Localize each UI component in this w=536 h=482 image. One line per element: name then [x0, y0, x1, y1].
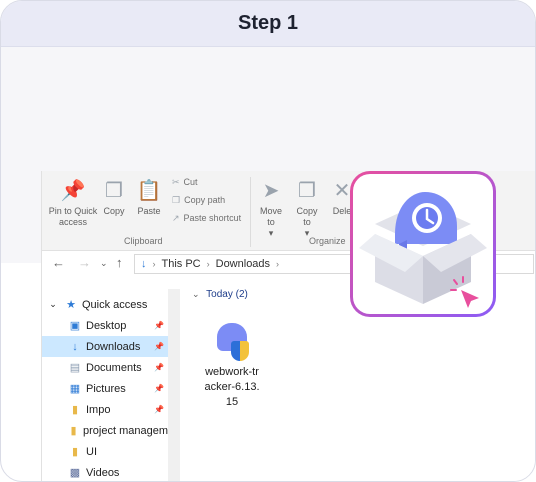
sidebar-item-label: Quick access	[82, 298, 148, 311]
sidebar-item-impo[interactable]: ▮ Impo 📌	[42, 399, 168, 420]
breadcrumb-downloads[interactable]: Downloads	[216, 258, 270, 270]
file-name-line: acker-6.13.	[204, 381, 260, 393]
folder-icon: ▮	[71, 404, 79, 416]
installer-file-icon	[215, 321, 249, 361]
collapse-chevron-icon: ⌄	[192, 289, 200, 299]
pictures-icon: ▦	[69, 383, 81, 395]
copy-icon: ❐	[105, 180, 123, 202]
sidebar-item-desktop[interactable]: ▣ Desktop 📌	[42, 315, 168, 336]
dropdown-arrow-icon: ▾	[268, 228, 274, 238]
ribbon-separator	[250, 177, 251, 247]
copy-to-icon: ❐	[298, 180, 316, 202]
app-logo-card	[350, 171, 496, 317]
up-arrow-icon[interactable]: ↑	[116, 255, 123, 270]
pin-icon: 📌	[154, 384, 164, 393]
download-arrow-icon: ↓	[72, 340, 78, 353]
paste-button[interactable]: 📋 Paste	[134, 179, 164, 217]
copy-to-label: Copy to	[296, 206, 318, 227]
pin-icon: 📌	[154, 363, 164, 372]
step-card: Step 1 📌 Pin to Quick access ❐ Copy 📋 Pa…	[0, 0, 536, 482]
sidebar-item-label: Pictures	[86, 382, 126, 395]
breadcrumb-chevron-icon: ›	[152, 259, 156, 269]
move-to-icon: ➤	[262, 180, 280, 202]
sidebar-item-label: project managem	[83, 424, 168, 437]
shortcut-icon: ↗	[172, 213, 180, 223]
pin-icon: 📌	[154, 342, 164, 351]
file-name-line: 15	[225, 396, 239, 408]
paste-shortcut-label: Paste shortcut	[183, 213, 242, 223]
copy-label: Copy	[103, 206, 125, 216]
back-arrow-icon[interactable]: ←	[52, 255, 65, 270]
sidebar-item-label: UI	[86, 445, 97, 458]
group-header-today[interactable]: ⌄ Today (2)	[192, 289, 248, 300]
move-to-label: Move to	[259, 206, 282, 227]
pin-icon: 📌	[154, 321, 164, 330]
sidebar-item-label: Documents	[86, 361, 142, 374]
breadcrumb-this-pc[interactable]: This PC	[162, 258, 201, 270]
uac-shield-icon	[231, 341, 249, 361]
file-name-line: webwork-tr	[205, 366, 259, 378]
scissors-icon: ✂	[172, 177, 180, 187]
navigation-pane: ⌄ ★ Quick access ▣ Desktop 📌 ↓ Downloads…	[42, 289, 180, 481]
videos-icon: ▩	[69, 467, 81, 479]
sidebar-item-downloads[interactable]: ↓ Downloads 📌	[42, 336, 168, 357]
paste-shortcut-button[interactable]: ↗ Paste shortcut	[172, 213, 241, 224]
recent-chevron-icon[interactable]: ⌄	[100, 258, 108, 269]
step-header: Step 1	[1, 1, 535, 47]
sidebar-item-ui[interactable]: ▮ UI	[42, 441, 168, 462]
copy-path-icon: ❐	[172, 195, 181, 205]
sidebar-item-documents[interactable]: ▤ Documents 📌	[42, 357, 168, 378]
copy-path-label: Copy path	[184, 195, 226, 205]
step-title: Step 1	[237, 12, 299, 34]
expand-chevron-icon: ⌄	[49, 299, 57, 309]
sidebar-item-label: Desktop	[86, 319, 127, 332]
pin-icon: 📌	[60, 180, 86, 202]
sidebar-item-label: Videos	[86, 466, 120, 479]
sidebar-item-project-management[interactable]: ▮ project managem	[42, 420, 168, 441]
copy-button[interactable]: ❐ Copy	[100, 179, 128, 217]
forward-arrow-icon[interactable]: →	[78, 255, 91, 270]
sidebar-item-quick-access[interactable]: ⌄ ★ Quick access	[42, 294, 168, 315]
sidebar-item-videos[interactable]: ▩ Videos	[42, 462, 168, 481]
organize-group-label: Organize	[309, 236, 346, 246]
pin-label: Pin to Quick access	[48, 206, 98, 227]
folder-icon: ▮	[70, 425, 77, 437]
cut-label: Cut	[183, 177, 198, 187]
pin-icon: 📌	[154, 405, 164, 414]
sidebar-scrollbar[interactable]	[168, 289, 180, 481]
sidebar-item-label: Downloads	[86, 340, 141, 353]
pin-to-quick-access-button[interactable]: 📌 Pin to Quick access	[46, 179, 100, 228]
cut-button[interactable]: ✂ Cut	[172, 177, 198, 188]
star-icon: ★	[66, 299, 76, 311]
clipboard-icon: 📋	[136, 180, 162, 202]
paste-label: Paste	[137, 206, 161, 216]
move-to-button[interactable]: ➤ Move to ▾	[256, 179, 286, 239]
documents-icon: ▤	[69, 362, 81, 374]
webwork-box-illustration	[359, 192, 487, 308]
sidebar-item-pictures[interactable]: ▦ Pictures 📌	[42, 378, 168, 399]
clipboard-group-label: Clipboard	[124, 236, 163, 246]
copy-to-button[interactable]: ❐ Copy to ▾	[292, 179, 322, 239]
desktop-icon: ▣	[69, 320, 81, 332]
delete-label: Dele	[332, 206, 352, 216]
copy-path-button[interactable]: ❐ Copy path	[172, 195, 225, 206]
file-item-webwork-installer[interactable]: webwork-tr acker-6.13. 15	[200, 321, 264, 410]
breadcrumb-chevron-icon: ›	[206, 259, 210, 269]
group-label: Today (2)	[206, 289, 248, 300]
folder-icon: ▮	[71, 446, 79, 458]
sidebar-item-label: Impo	[86, 403, 111, 416]
breadcrumb-chevron-icon: ›	[276, 259, 280, 269]
download-arrow-icon: ↓	[141, 258, 147, 270]
